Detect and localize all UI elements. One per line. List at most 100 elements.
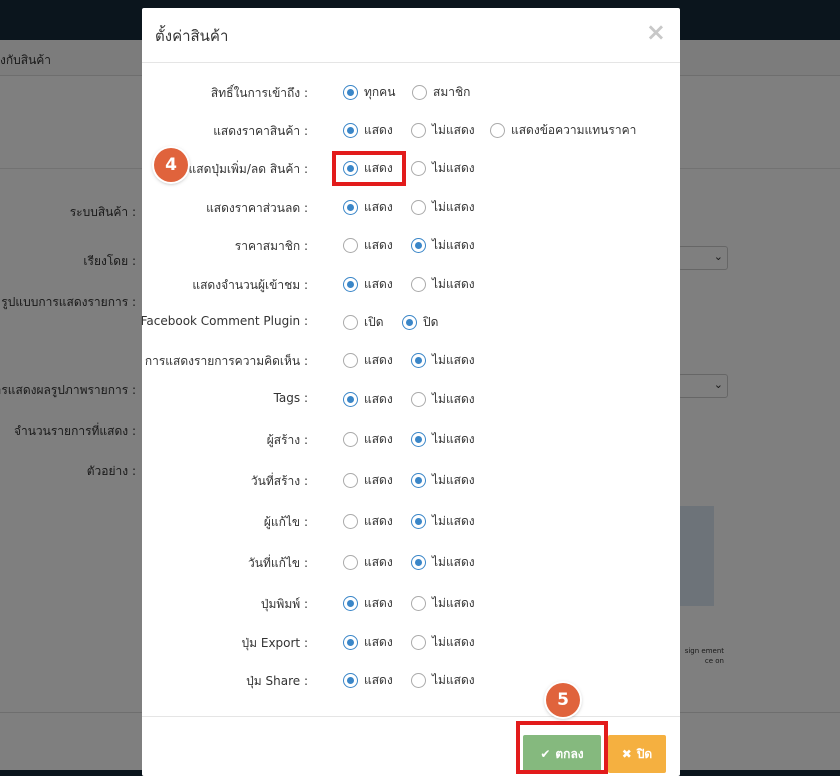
radio-button[interactable] — [343, 595, 358, 611]
radio-option[interactable]: แสดง — [343, 672, 393, 688]
radio-option[interactable]: แสดง — [343, 431, 393, 447]
radio-button[interactable] — [411, 391, 426, 407]
radio-button[interactable] — [411, 160, 426, 176]
radio-option[interactable]: ไม่แสดง — [411, 634, 475, 650]
radio-button[interactable] — [402, 314, 417, 330]
radio-button[interactable] — [411, 672, 426, 688]
radio-option[interactable]: แสดง — [343, 237, 393, 253]
setting-row-share-button: ปุ่ม Share : แสดง ไม่แสดง — [142, 669, 680, 691]
x-icon: ✖ — [621, 747, 632, 761]
radio-option[interactable]: ไม่แสดง — [411, 672, 475, 688]
radio-option[interactable]: แสดง — [343, 122, 393, 138]
setting-row-tags: Tags : แสดง ไม่แสดง — [142, 388, 680, 410]
radio-button[interactable] — [343, 122, 358, 138]
setting-row-view-count: แสดงจำนวนผู้เข้าชม : แสดง ไม่แสดง — [142, 273, 680, 295]
radio-option[interactable]: แสดง — [343, 391, 393, 407]
radio-option[interactable]: แสดง — [343, 276, 393, 292]
setting-row-access: สิทธิ์ในการเข้าถึง : ทุกคน สมาชิก — [142, 81, 680, 103]
setting-label: ปุ่ม Export : — [241, 636, 308, 650]
radio-button[interactable] — [343, 431, 358, 447]
setting-label: ผู้แก้ไข : — [263, 515, 308, 529]
radio-button[interactable] — [343, 391, 358, 407]
radio-button[interactable] — [412, 84, 427, 100]
radio-option[interactable]: แสดง — [343, 554, 393, 570]
radio-button[interactable] — [343, 554, 358, 570]
radio-option[interactable]: ไม่แสดง — [411, 237, 475, 253]
setting-label: แสดงราคาส่วนลด : — [206, 201, 308, 215]
radio-option[interactable]: แสดง — [343, 472, 393, 488]
product-settings-modal: ตั้งค่าสินค้า × สิทธิ์ในการเข้าถึง : ทุก… — [141, 8, 680, 776]
radio-option[interactable]: ไม่แสดง — [411, 160, 475, 176]
radio-button[interactable] — [411, 431, 426, 447]
setting-label: Tags : — [273, 391, 308, 405]
setting-label: แสดงราคาสินค้า : — [213, 124, 308, 138]
setting-label: วันที่แก้ไข : — [248, 556, 308, 570]
setting-label: วันที่สร้าง : — [250, 474, 308, 488]
radio-button[interactable] — [411, 634, 426, 650]
radio-button[interactable] — [343, 634, 358, 650]
radio-option[interactable]: ไม่แสดง — [411, 352, 475, 368]
radio-button[interactable] — [343, 276, 358, 292]
radio-button[interactable] — [411, 199, 426, 215]
setting-label: ปุ่มพิมพ์ : — [260, 597, 308, 611]
radio-button[interactable] — [411, 513, 426, 529]
radio-option[interactable]: ไม่แสดง — [411, 595, 475, 611]
radio-button[interactable] — [490, 122, 505, 138]
setting-label: ปุ่ม Share : — [246, 674, 308, 688]
radio-button[interactable] — [343, 513, 358, 529]
radio-button[interactable] — [343, 472, 358, 488]
setting-row-creator: ผู้สร้าง : แสดง ไม่แสดง — [142, 428, 680, 450]
radio-button[interactable] — [343, 199, 358, 215]
setting-label: ผู้สร้าง : — [266, 433, 308, 447]
radio-button[interactable] — [411, 122, 426, 138]
radio-option[interactable]: สมาชิก — [412, 84, 470, 100]
radio-option[interactable]: แสดง — [343, 513, 393, 529]
setting-row-facebook-comment: Facebook Comment Plugin : เปิด ปิด — [141, 311, 680, 333]
highlight-box-step-4 — [332, 151, 406, 186]
radio-option[interactable]: ไม่แสดง — [411, 391, 475, 407]
close-button-label: ปิด — [636, 746, 653, 761]
radio-button[interactable] — [343, 84, 358, 100]
radio-option[interactable]: ไม่แสดง — [411, 431, 475, 447]
setting-row-edited-date: วันที่แก้ไข : แสดง ไม่แสดง — [142, 551, 680, 573]
radio-option[interactable]: ไม่แสดง — [411, 276, 475, 292]
setting-row-member-price: ราคาสมาชิก : แสดง ไม่แสดง — [142, 234, 680, 256]
radio-button[interactable] — [343, 314, 358, 330]
radio-button[interactable] — [411, 472, 426, 488]
radio-button[interactable] — [411, 554, 426, 570]
radio-option[interactable]: แสดง — [343, 199, 393, 215]
radio-option[interactable]: ไม่แสดง — [411, 513, 475, 529]
radio-button[interactable] — [343, 352, 358, 368]
radio-button[interactable] — [411, 276, 426, 292]
radio-option[interactable]: ไม่แสดง — [411, 554, 475, 570]
radio-option[interactable]: ไม่แสดง — [411, 472, 475, 488]
modal-title: ตั้งค่าสินค้า — [155, 27, 229, 45]
setting-row-show-price: แสดงราคาสินค้า : แสดง ไม่แสดง แสดงข้อควา… — [142, 119, 680, 141]
setting-row-add-remove-button: แสดปุ่มเพิ่ม/ลด สินค้า : แสดง ไม่แสดง — [142, 157, 680, 179]
highlight-box-step-5 — [516, 721, 608, 774]
radio-button[interactable] — [411, 595, 426, 611]
radio-option[interactable]: ทุกคน — [343, 84, 395, 100]
setting-label: สิทธิ์ในการเข้าถึง : — [210, 86, 308, 100]
setting-label: แสดปุ่มเพิ่ม/ลด สินค้า : — [188, 162, 308, 176]
close-button[interactable]: ✖ ปิด — [608, 735, 666, 773]
setting-label: ราคาสมาชิก : — [234, 239, 308, 253]
radio-option[interactable]: ไม่แสดง — [411, 122, 475, 138]
close-icon[interactable]: × — [646, 20, 666, 44]
setting-row-export-button: ปุ่ม Export : แสดง ไม่แสดง — [142, 631, 680, 653]
step-badge-5: 5 — [546, 683, 580, 717]
radio-option[interactable]: ไม่แสดง — [411, 199, 475, 215]
radio-option[interactable]: แสดง — [343, 595, 393, 611]
radio-option[interactable]: แสดงข้อความแทนราคา — [490, 122, 636, 138]
radio-button[interactable] — [411, 237, 426, 253]
setting-row-discount-price: แสดงราคาส่วนลด : แสดง ไม่แสดง — [142, 196, 680, 218]
radio-option[interactable]: ปิด — [402, 314, 438, 330]
setting-label: แสดงจำนวนผู้เข้าชม : — [192, 278, 308, 292]
radio-option[interactable]: แสดง — [343, 352, 393, 368]
radio-button[interactable] — [411, 352, 426, 368]
setting-row-created-date: วันที่สร้าง : แสดง ไม่แสดง — [142, 469, 680, 491]
radio-button[interactable] — [343, 672, 358, 688]
radio-option[interactable]: แสดง — [343, 634, 393, 650]
radio-button[interactable] — [343, 237, 358, 253]
radio-option[interactable]: เปิด — [343, 314, 384, 330]
